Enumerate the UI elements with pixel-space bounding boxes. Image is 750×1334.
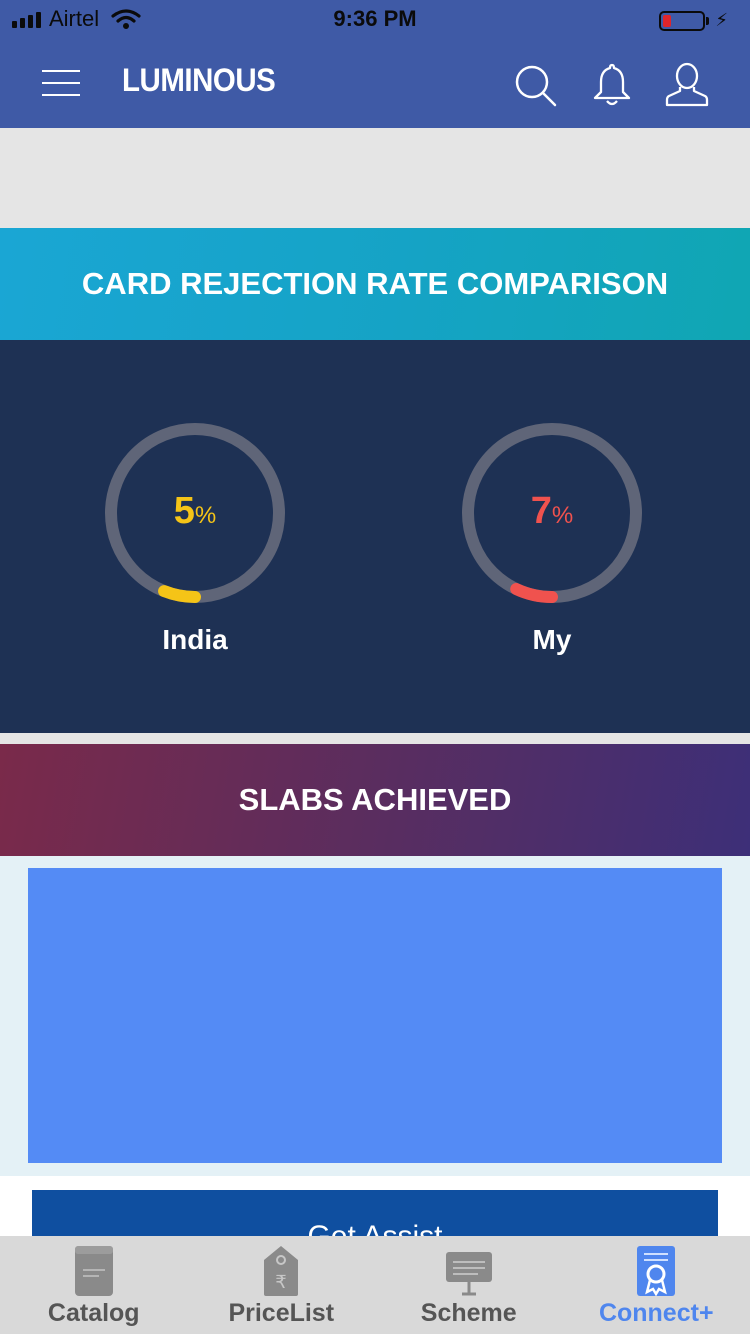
- gauge-my-value: 7%: [457, 490, 647, 533]
- brand-logo: LUMINOUS: [122, 62, 276, 98]
- gauge-india: 5% India: [100, 418, 290, 655]
- comparison-header: CARD REJECTION RATE COMPARISON: [0, 228, 750, 340]
- tab-connect-plus-label: Connect+: [598, 1299, 714, 1327]
- bell-icon[interactable]: [589, 62, 635, 108]
- tab-scheme[interactable]: Scheme: [375, 1236, 563, 1334]
- tab-pricelist-label: PriceList: [228, 1299, 335, 1327]
- gauge-india-unit: %: [194, 502, 217, 529]
- comparison-panel: 5% India 7% My: [0, 340, 750, 733]
- status-time: 9:36 PM: [333, 6, 417, 31]
- section-divider: [0, 733, 750, 744]
- slabs-header: SLABS ACHIEVED: [0, 744, 750, 856]
- svg-text:₹: ₹: [276, 1272, 287, 1293]
- scheme-board-icon: [445, 1252, 492, 1296]
- slabs-title: SLABS ACHIEVED: [238, 782, 512, 817]
- catalog-icon: [74, 1246, 113, 1296]
- gauge-my-arc: [510, 583, 558, 603]
- tab-catalog[interactable]: Catalog: [0, 1236, 188, 1334]
- tab-scheme-label: Scheme: [420, 1299, 517, 1327]
- battery-icon: ⚡: [659, 10, 728, 31]
- gauge-india-value: 5%: [100, 490, 290, 533]
- comparison-title: CARD REJECTION RATE COMPARISON: [81, 266, 669, 301]
- search-icon[interactable]: [512, 62, 558, 108]
- gauge-my-number: 7: [530, 490, 552, 532]
- menu-icon[interactable]: [42, 70, 82, 98]
- tab-catalog-label: Catalog: [47, 1299, 140, 1327]
- status-bar: Airtel 9:36 PM ⚡: [0, 0, 750, 40]
- gauge-india-label: India: [162, 624, 228, 655]
- gauge-india-number: 5: [173, 490, 195, 532]
- gauge-my-label: My: [532, 624, 572, 655]
- slabs-area: [0, 856, 750, 1176]
- price-tag-icon: ₹: [264, 1246, 299, 1296]
- user-profile-icon[interactable]: [664, 62, 710, 108]
- gauge-india-arc: [158, 585, 201, 603]
- certificate-icon: [637, 1246, 676, 1297]
- bottom-tab-bar: Catalog ₹ PriceList Scheme Connect+: [0, 1236, 750, 1334]
- gauge-my: 7% My: [457, 418, 647, 655]
- tab-pricelist[interactable]: ₹ PriceList: [188, 1236, 376, 1334]
- charging-bolt-icon: ⚡: [715, 10, 728, 30]
- gauge-my-unit: %: [551, 502, 574, 529]
- slabs-content-box: [28, 868, 722, 1163]
- app-header: LUMINOUS: [0, 40, 750, 128]
- banner-placeholder: [0, 128, 750, 228]
- tab-connect-plus[interactable]: Connect+: [563, 1236, 750, 1334]
